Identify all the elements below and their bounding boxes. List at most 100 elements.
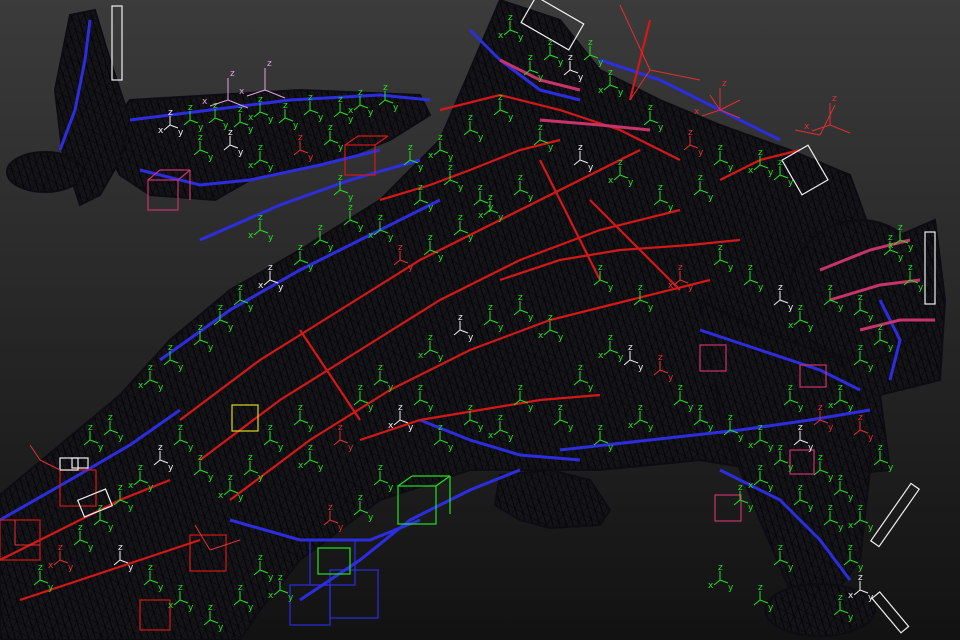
- gizmo-z-label: z: [578, 363, 583, 373]
- gizmo-y-label: y: [268, 163, 274, 173]
- gizmo-z-label: z: [178, 583, 183, 593]
- wireframe-scene[interactable]: yzx yzyzyzyzxyzyzyzyzx yzyzyzyzxyzyzyzyzxy…: [0, 0, 960, 640]
- gizmo-y-label: y: [508, 433, 514, 443]
- gizmo-z-label: z: [718, 143, 723, 153]
- gizmo-y-label: y: [338, 143, 344, 153]
- gizmo-y-label: y: [538, 73, 544, 83]
- gizmo-z-label: z: [908, 263, 913, 273]
- gizmo-y-label: y: [128, 563, 134, 573]
- gizmo-z-label: z: [378, 213, 383, 223]
- viewport-3d[interactable]: yzxyzyzyzyzxyzyzyzyzxyzyzyzyzxyzyzyzyzxy…: [0, 0, 960, 640]
- gizmo-z-label: z: [528, 53, 533, 63]
- gizmo-y-label: y: [558, 58, 564, 68]
- gizmo-x-label: x: [888, 241, 894, 251]
- gizmo-z-label: z: [832, 94, 837, 104]
- gizmo-y-label: y: [668, 203, 674, 213]
- gizmo-x-label: x: [804, 122, 810, 132]
- gizmo-z-label: z: [230, 69, 235, 79]
- gizmo-y-label: y: [788, 303, 794, 313]
- gizmo-y-label: y: [708, 423, 714, 433]
- gizmo-x-label: x: [418, 351, 424, 361]
- gizmo-z-label: z: [758, 583, 763, 593]
- gizmo-y-label: y: [618, 353, 624, 363]
- gizmo-y-label: y: [448, 153, 454, 163]
- gizmo-z-label: z: [698, 403, 703, 413]
- gizmo-z-label: z: [828, 283, 833, 293]
- gizmo-z-label: z: [848, 543, 853, 553]
- gizmo-y-label: y: [293, 121, 299, 131]
- gizmo-y-label: y: [758, 283, 764, 293]
- gizmo-z-label: z: [98, 503, 103, 513]
- gizmo-z-label: z: [458, 313, 463, 323]
- gizmo-z-label: z: [168, 343, 173, 353]
- gizmo-y-label: y: [548, 143, 554, 153]
- gizmo-y-label: y: [208, 343, 214, 353]
- gizmo-y-label: y: [408, 263, 414, 273]
- gizmo-y-label: y: [308, 423, 314, 433]
- gizmo-y-label: y: [508, 113, 514, 123]
- gizmo-y-label: y: [488, 203, 494, 213]
- gizmo-x-label: x: [488, 431, 494, 441]
- gizmo-z-label: z: [358, 88, 363, 98]
- gizmo-z-label: z: [338, 95, 343, 105]
- gizmo-y-label: y: [788, 178, 794, 188]
- gizmo-y-label: y: [848, 613, 854, 623]
- gizmo-x-label: x: [202, 97, 208, 107]
- gizmo-z-label: z: [648, 103, 653, 113]
- gizmo-z-label: z: [548, 38, 553, 48]
- gizmo-y-label: y: [578, 73, 584, 83]
- gizmo-z-label: z: [478, 183, 483, 193]
- gizmo-y-label: y: [388, 383, 394, 393]
- gizmo-y-label: y: [498, 213, 504, 223]
- gizmo-z-label: z: [758, 148, 763, 158]
- gizmo-z-label: z: [228, 128, 233, 138]
- gizmo-x-label: x: [668, 281, 674, 291]
- gizmo-z-label: z: [198, 453, 203, 463]
- gizmo-y-label: y: [438, 253, 444, 263]
- gizmo-y-label: y: [258, 473, 264, 483]
- gizmo-z-label: z: [608, 68, 613, 78]
- gizmo-y-label: y: [188, 603, 194, 613]
- gizmo-x-label: x: [498, 31, 504, 41]
- gizmo-y-label: y: [198, 123, 204, 133]
- gizmo-z-label: z: [138, 463, 143, 473]
- gizmo-z-label: z: [338, 173, 343, 183]
- gizmo-y-label: y: [648, 303, 654, 313]
- gizmo-y-label: y: [408, 423, 414, 433]
- gizmo-z-label: z: [218, 303, 223, 313]
- gizmo-y-label: y: [418, 163, 424, 173]
- gizmo-z-label: z: [838, 473, 843, 483]
- gizmo-y-label: y: [698, 148, 704, 158]
- gizmo-z-label: z: [268, 263, 273, 273]
- gizmo-y-label: y: [828, 473, 834, 483]
- gizmo-z-label: z: [818, 453, 823, 463]
- gizmo-y-label: y: [368, 108, 374, 118]
- gizmo-y-label: y: [528, 193, 534, 203]
- gizmo-z-label: z: [338, 423, 343, 433]
- gizmo-z-label: z: [568, 53, 573, 63]
- gizmo-z-label: z: [858, 573, 863, 583]
- gizmo-z-label: z: [548, 313, 553, 323]
- gizmo-x-label: x: [848, 521, 854, 531]
- gizmo-x-label: x: [478, 211, 484, 221]
- gizmo-y-label: y: [358, 223, 364, 233]
- gizmo-x-label: x: [239, 87, 245, 97]
- gizmo-z-label: z: [168, 108, 173, 118]
- gizmo-y-label: y: [558, 333, 564, 343]
- gizmo-y-label: y: [288, 593, 294, 603]
- gizmo-y-label: y: [888, 463, 894, 473]
- gizmo-y-label: y: [858, 563, 864, 573]
- gizmo-z-label: z: [298, 133, 303, 143]
- gizmo-y-label: y: [368, 403, 374, 413]
- gizmo-x-label: x: [298, 461, 304, 471]
- gizmo-z-label: z: [298, 243, 303, 253]
- gizmo-y-label: y: [268, 233, 274, 243]
- gizmo-y-label: y: [898, 253, 904, 263]
- gizmo-z-label: z: [508, 13, 513, 23]
- gizmo-x-label: x: [348, 106, 354, 116]
- gizmo-z-label: z: [798, 483, 803, 493]
- gizmo-x-label: x: [368, 231, 374, 241]
- gizmo-y-label: y: [668, 373, 674, 383]
- gizmo-y-label: y: [528, 403, 534, 413]
- gizmo-y-label: y: [108, 523, 114, 533]
